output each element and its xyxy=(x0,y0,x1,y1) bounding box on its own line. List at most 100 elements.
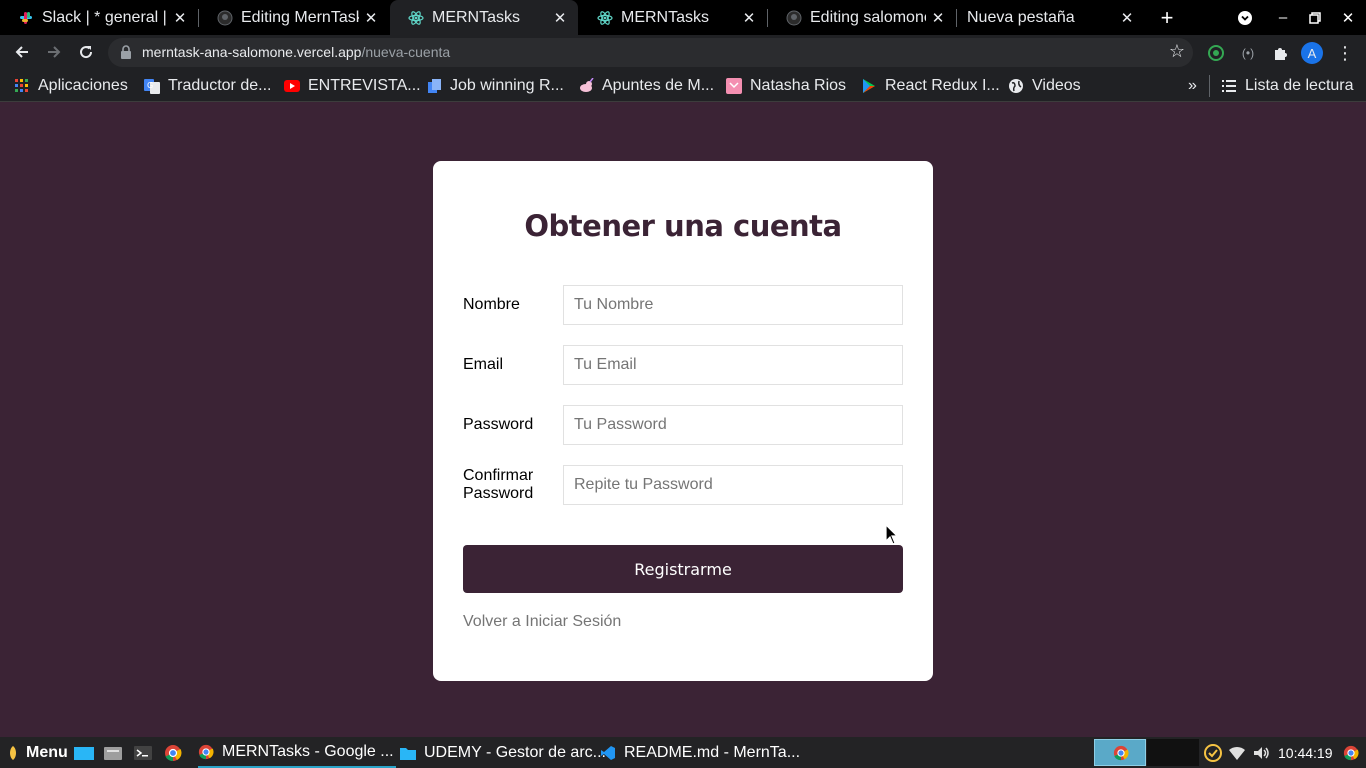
register-button[interactable]: Registrarme xyxy=(463,545,903,593)
back-to-login-link[interactable]: Volver a Iniciar Sesión xyxy=(463,613,621,631)
mouse-pointer-icon xyxy=(885,523,899,551)
chrome-icon xyxy=(198,744,214,760)
bookmark-label: Job winning R... xyxy=(450,77,564,94)
reading-list-button[interactable]: Lista de lectura xyxy=(1221,75,1354,97)
github-icon xyxy=(217,10,233,26)
start-menu-button[interactable]: Menu xyxy=(6,737,68,768)
document-icon xyxy=(426,78,442,94)
signup-card: Obtener una cuenta Nombre Email Password… xyxy=(433,161,933,681)
menu-logo-icon xyxy=(6,745,20,761)
more-bookmarks-chevron-icon[interactable]: » xyxy=(1188,75,1197,97)
tab-slack[interactable]: Slack | * general | ✕ xyxy=(0,0,198,35)
password-label: Password xyxy=(463,416,534,433)
menu-label: Menu xyxy=(26,743,68,761)
bookmark-natasha-rios[interactable]: Natasha Rios xyxy=(726,75,846,97)
kebab-menu-icon[interactable]: ⋮ xyxy=(1334,42,1356,64)
bookmark-label: React Redux I... xyxy=(885,77,1000,94)
close-icon[interactable]: ✕ xyxy=(1115,9,1139,27)
puzzle-icon[interactable] xyxy=(1269,42,1291,64)
new-tab-button[interactable]: + xyxy=(1150,0,1184,35)
back-button[interactable] xyxy=(7,37,37,67)
chrome-icon xyxy=(1113,745,1129,761)
profile-avatar[interactable]: A xyxy=(1301,42,1323,64)
chrome-launcher-icon[interactable] xyxy=(164,737,182,768)
clock[interactable]: 10:44:19 xyxy=(1278,737,1333,768)
password-input[interactable] xyxy=(563,405,903,445)
bookmark-label: Natasha Rios xyxy=(750,77,847,94)
play-icon xyxy=(861,78,877,94)
bookmark-label: Videos xyxy=(1032,77,1081,94)
react-icon xyxy=(597,10,613,26)
lock-icon xyxy=(120,45,132,64)
page-title: Obtener una cuenta xyxy=(524,209,842,243)
unicorn-icon xyxy=(578,78,594,94)
close-icon[interactable]: ✕ xyxy=(168,9,192,27)
email-input[interactable] xyxy=(563,345,903,385)
tab-editing-merntask[interactable]: Editing MernTask ✕ xyxy=(199,0,389,35)
window-label: MERNTasks - Google ... xyxy=(222,742,394,760)
files-icon[interactable] xyxy=(104,737,122,768)
window-label: UDEMY - Gestor de arc... xyxy=(424,743,606,761)
terminal-icon[interactable] xyxy=(134,737,152,768)
bookmark-label: Apuntes de M... xyxy=(602,77,715,94)
youtube-icon xyxy=(284,78,300,94)
tab-merntasks[interactable]: MERNTasks ✕ xyxy=(579,0,767,35)
extension-broadcast-icon[interactable]: (•) xyxy=(1237,42,1259,64)
bookmark-aplicaciones[interactable]: Aplicaciones xyxy=(14,75,128,97)
tab-title: Editing salomone xyxy=(810,8,926,26)
pink-square-icon xyxy=(726,78,742,94)
bookmark-traductor[interactable]: G Traductor de... xyxy=(144,75,271,97)
chrome-tray-icon[interactable] xyxy=(1343,737,1359,768)
confirm-password-label: Confirmar Password xyxy=(463,467,534,502)
maximize-button[interactable] xyxy=(1298,0,1332,35)
tab-merntasks-active[interactable]: MERNTasks ✕ xyxy=(390,0,578,35)
tab-bar: Slack | * general | ✕ Editing MernTask ✕… xyxy=(0,0,1366,35)
tab-nueva-pestana[interactable]: Nueva pestaña ✕ xyxy=(957,0,1145,35)
wifi-icon[interactable] xyxy=(1229,737,1245,768)
extension-circle-icon[interactable] xyxy=(1205,42,1227,64)
tab-editing-salomone[interactable]: Editing salomone ✕ xyxy=(768,0,956,35)
workspace-2-preview[interactable] xyxy=(1147,739,1199,766)
show-desktop-icon[interactable] xyxy=(74,737,94,768)
tab-title: Slack | * general | xyxy=(42,8,167,26)
minimize-button[interactable]: – xyxy=(1266,0,1300,35)
reading-list-label: Lista de lectura xyxy=(1245,77,1354,94)
confirm-password-input[interactable] xyxy=(563,465,903,505)
email-label: Email xyxy=(463,356,504,373)
folder-icon xyxy=(400,745,416,761)
bookmark-label: ENTREVISTA... xyxy=(308,77,421,94)
list-icon xyxy=(1221,78,1237,94)
bookmark-react-redux[interactable]: React Redux I... xyxy=(861,75,1000,97)
close-icon[interactable]: ✕ xyxy=(737,9,761,27)
close-icon[interactable]: ✕ xyxy=(359,9,383,27)
nombre-input[interactable] xyxy=(563,285,903,325)
taskbar-window-chrome[interactable]: MERNTasks - Google ... xyxy=(198,737,396,768)
arrow-left-icon xyxy=(15,46,28,58)
taskbar-window-udemy[interactable]: UDEMY - Gestor de arc... xyxy=(400,737,606,768)
update-manager-icon[interactable] xyxy=(1203,737,1223,768)
google-translate-icon: G xyxy=(144,78,160,94)
bookmark-job-winning[interactable]: Job winning R... xyxy=(426,75,564,97)
taskbar-window-vscode[interactable]: README.md - MernTa... xyxy=(600,737,800,768)
star-icon[interactable]: ☆ xyxy=(1169,41,1185,62)
tab-title: MERNTasks xyxy=(432,8,521,26)
restore-icon xyxy=(1309,11,1321,24)
github-icon xyxy=(786,10,802,26)
tab-search-button[interactable] xyxy=(1228,0,1262,35)
apps-grid-icon xyxy=(14,78,30,94)
close-icon[interactable]: ✕ xyxy=(548,9,572,27)
address-bar[interactable]: merntask-ana-salomone.vercel.app/nueva-c… xyxy=(108,38,1193,67)
bookmark-entrevista[interactable]: ENTREVISTA... xyxy=(284,75,421,97)
bookmark-videos[interactable]: Videos xyxy=(1008,75,1081,97)
volume-icon[interactable] xyxy=(1254,737,1270,768)
reload-button[interactable] xyxy=(71,37,101,67)
profile-initial: A xyxy=(1307,45,1317,61)
arrow-right-icon xyxy=(48,46,61,58)
close-window-button[interactable]: ✕ xyxy=(1331,0,1365,35)
nombre-label: Nombre xyxy=(463,296,520,313)
forward-button[interactable] xyxy=(39,37,69,67)
close-icon[interactable]: ✕ xyxy=(926,9,950,27)
bookmark-apuntes[interactable]: Apuntes de M... xyxy=(578,75,714,97)
workspace-1-preview[interactable] xyxy=(1094,739,1146,766)
window-label: README.md - MernTa... xyxy=(624,743,801,761)
